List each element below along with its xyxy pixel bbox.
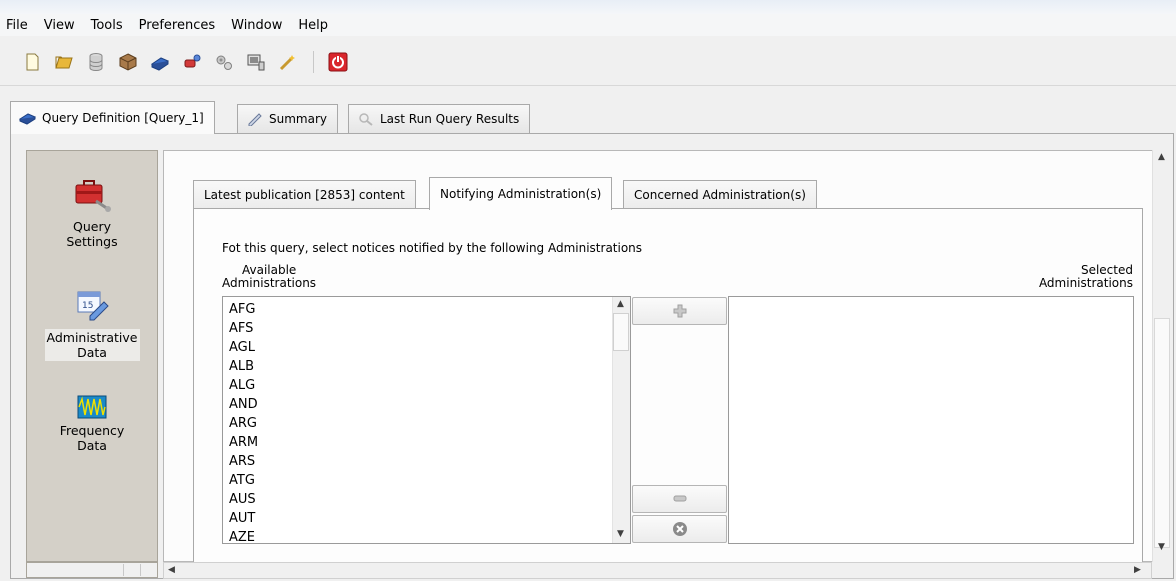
power-icon[interactable] bbox=[326, 50, 350, 74]
toolbar bbox=[0, 36, 1176, 86]
available-administrations-list[interactable]: AFG AFS AGL ALB ALG AND ARG ARM ARS ATG … bbox=[222, 296, 631, 544]
waveform-icon bbox=[77, 395, 107, 419]
calendar-icon: 15 bbox=[77, 291, 109, 321]
list-item[interactable]: AUT bbox=[229, 509, 255, 528]
scroll-down-icon[interactable]: ▼ bbox=[617, 529, 624, 539]
list-item[interactable]: AGL bbox=[229, 338, 255, 357]
content-vertical-scrollbar[interactable]: ▲ ▼ bbox=[1152, 150, 1171, 562]
menu-window[interactable]: Window bbox=[231, 18, 282, 33]
tab-label: Summary bbox=[269, 112, 327, 126]
menu-help[interactable]: Help bbox=[298, 18, 328, 33]
minus-icon bbox=[673, 495, 686, 502]
list-item[interactable]: ARS bbox=[229, 452, 255, 471]
open-folder-icon[interactable] bbox=[52, 50, 76, 74]
scroll-down-icon[interactable]: ▼ bbox=[1158, 542, 1165, 552]
monitor-icon[interactable] bbox=[244, 50, 268, 74]
instruction-text: Fot this query, select notices notified … bbox=[222, 241, 643, 255]
add-button[interactable] bbox=[632, 297, 727, 325]
database-icon[interactable] bbox=[84, 50, 108, 74]
menu-view[interactable]: View bbox=[44, 18, 75, 33]
pencil-icon bbox=[248, 113, 262, 126]
list-item[interactable]: AZE bbox=[229, 528, 255, 543]
tab-label: Latest publication [2853] content bbox=[204, 188, 405, 202]
connect-icon[interactable] bbox=[180, 50, 204, 74]
nav-frequency-data[interactable]: Frequency Data bbox=[27, 395, 157, 454]
tab-label: Concerned Administration(s) bbox=[634, 188, 806, 202]
list-item[interactable]: AUS bbox=[229, 490, 256, 509]
query-icon bbox=[19, 113, 37, 125]
scroll-up-icon[interactable]: ▲ bbox=[1158, 152, 1165, 162]
list-item[interactable]: AFG bbox=[229, 300, 255, 319]
list-item[interactable]: ALB bbox=[229, 357, 254, 376]
nav-administrative-data[interactable]: 15 Administrative Data bbox=[27, 286, 157, 361]
tab-latest-publication-content[interactable]: Latest publication [2853] content bbox=[193, 180, 416, 209]
list-item[interactable]: ARM bbox=[229, 433, 258, 452]
scroll-left-icon[interactable]: ◀ bbox=[168, 565, 175, 575]
left-nav: Query Settings 15 Administrative Data Freq… bbox=[26, 150, 158, 562]
tab-query-definition[interactable]: Query Definition [Query_1] bbox=[10, 101, 215, 134]
scrollbar-thumb[interactable] bbox=[1154, 318, 1170, 548]
tab-label: Last Run Query Results bbox=[380, 112, 520, 126]
tab-last-run-query-results[interactable]: Last Run Query Results bbox=[348, 104, 531, 133]
list-item[interactable]: ARG bbox=[229, 414, 257, 433]
tab-label: Notifying Administration(s) bbox=[440, 187, 602, 201]
plus-icon bbox=[673, 304, 686, 318]
clear-icon bbox=[672, 522, 687, 536]
scrollbar-thumb[interactable] bbox=[123, 564, 141, 576]
settings-icon[interactable] bbox=[212, 50, 236, 74]
tab-concerned-administrations[interactable]: Concerned Administration(s) bbox=[623, 180, 817, 209]
scroll-up-icon[interactable]: ▲ bbox=[617, 299, 624, 309]
selected-administrations-list[interactable] bbox=[728, 296, 1134, 544]
selected-administrations-label: Selected Administrations bbox=[1038, 263, 1133, 290]
tab-summary[interactable]: Summary bbox=[237, 104, 338, 133]
tab-label: Query Definition [Query_1] bbox=[42, 111, 204, 125]
svg-text:15: 15 bbox=[82, 301, 93, 311]
remove-button[interactable] bbox=[632, 485, 727, 513]
tab-notifying-administrations[interactable]: Notifying Administration(s) bbox=[429, 177, 613, 210]
menu-bar: File View Tools Preferences Window Help bbox=[0, 14, 1176, 36]
toolbox-icon bbox=[75, 180, 111, 212]
list-item[interactable]: AND bbox=[229, 395, 258, 414]
wand-icon[interactable] bbox=[276, 50, 300, 74]
query-icon[interactable] bbox=[148, 50, 172, 74]
nav-label: Frequency Data bbox=[59, 423, 125, 453]
new-file-icon[interactable] bbox=[20, 50, 44, 74]
menu-file[interactable]: File bbox=[6, 18, 28, 33]
list-item[interactable]: ATG bbox=[229, 471, 255, 490]
magnifier-icon bbox=[359, 113, 373, 126]
menu-tools[interactable]: Tools bbox=[91, 18, 123, 33]
package-icon[interactable] bbox=[116, 50, 140, 74]
nav-label: Administrative Data bbox=[44, 329, 140, 361]
nav-query-settings[interactable]: Query Settings bbox=[27, 171, 157, 250]
scrollbar-thumb[interactable] bbox=[613, 313, 629, 351]
toolbar-separator bbox=[313, 51, 314, 73]
content-horizontal-scrollbar[interactable]: ◀ ▶ bbox=[163, 562, 1152, 579]
scroll-right-icon[interactable]: ▶ bbox=[1134, 565, 1141, 575]
available-administrations-label: Available Administrations bbox=[222, 263, 317, 290]
menu-preferences[interactable]: Preferences bbox=[139, 18, 215, 33]
window-top-strip bbox=[0, 0, 1176, 14]
left-nav-scrollbar[interactable] bbox=[26, 562, 158, 578]
list-item[interactable]: AFS bbox=[229, 319, 253, 338]
list-item[interactable]: ALG bbox=[229, 376, 255, 395]
nav-label: Query Settings bbox=[66, 219, 118, 249]
clear-button[interactable] bbox=[632, 515, 727, 543]
